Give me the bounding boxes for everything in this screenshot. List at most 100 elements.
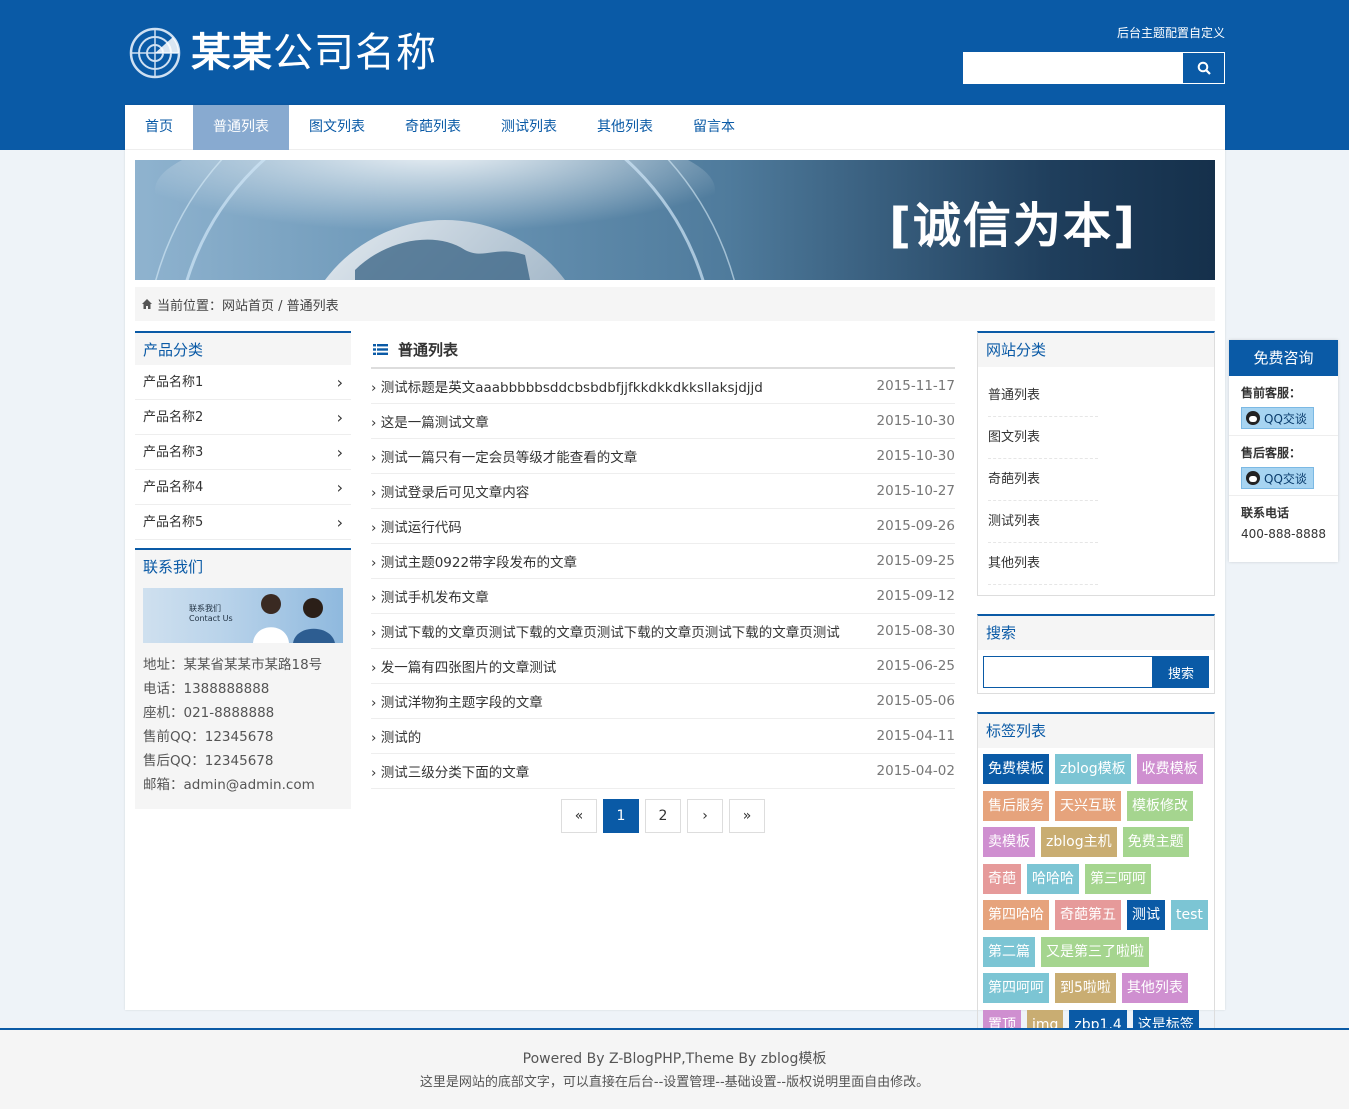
- product-item[interactable]: 产品名称2 ›: [135, 400, 351, 435]
- site-category-item[interactable]: 普通列表: [988, 375, 1098, 417]
- nav-item[interactable]: 奇葩列表: [385, 105, 481, 150]
- logo[interactable]: 某某公司名称: [129, 27, 437, 79]
- tag-item[interactable]: 哈哈哈: [1027, 863, 1079, 894]
- article-row: › 测试下载的文章页测试下载的文章页测试下载的文章页测试下载的文章页测试 2015…: [371, 614, 955, 649]
- site-category-title: 网站分类: [978, 333, 1214, 367]
- article-title-link[interactable]: › 测试洋物狗主题字段的文章: [371, 691, 543, 711]
- page-button[interactable]: «: [561, 799, 597, 833]
- article-date: 2015-04-11: [876, 728, 955, 744]
- article-row: › 测试主题0922带字段发布的文章 2015-09-25: [371, 544, 955, 579]
- header-search-input[interactable]: [964, 53, 1182, 83]
- article-title-link[interactable]: › 测试手机发布文章: [371, 586, 489, 606]
- tag-box: 标签列表 免费模板 zblog模板 收费模板 售后服务 天兴互联 模板修改 卖模板 zblog…: [977, 712, 1215, 1053]
- nav-item[interactable]: 首页: [125, 105, 193, 150]
- nav-item[interactable]: 留言本: [673, 105, 755, 150]
- site-category-list: 普通列表 图文列表 奇葩列表 测试列表 其他列表: [978, 367, 1214, 595]
- chevron-right-icon: ›: [336, 478, 343, 497]
- tag-item[interactable]: 第四呵呵: [983, 973, 1049, 1003]
- product-item[interactable]: 产品名称3 ›: [135, 435, 351, 470]
- search-title: 搜索: [978, 616, 1214, 650]
- qq-button-label: QQ交谈: [1264, 411, 1307, 426]
- article-title-link[interactable]: › 测试的: [371, 726, 421, 746]
- presale-section: 售前客服： QQ交谈: [1229, 376, 1338, 436]
- sidebar-search-button[interactable]: 搜索: [1153, 656, 1209, 688]
- chevron-right-icon: ›: [371, 730, 381, 746]
- tag-item[interactable]: 免费模板: [983, 754, 1049, 784]
- nav-item[interactable]: 测试列表: [481, 105, 577, 150]
- product-list: 产品名称1 › 产品名称2 › 产品名称3 › 产品名称4 › 产品名称5 ›: [135, 365, 351, 540]
- nav-item[interactable]: 图文列表: [289, 105, 385, 150]
- article-title: 测试下载的文章页测试下载的文章页测试下载的文章页测试下载的文章页测试: [380, 625, 840, 641]
- chevron-right-icon: ›: [336, 373, 343, 392]
- tag-item[interactable]: 模板修改: [1127, 790, 1193, 821]
- tag-item[interactable]: 奇葩第五: [1055, 900, 1121, 930]
- search-box: 搜索 搜索: [977, 614, 1215, 694]
- page-button[interactable]: 2: [645, 799, 681, 833]
- page-button[interactable]: ›: [687, 799, 723, 833]
- site-category-item[interactable]: 测试列表: [988, 501, 1098, 543]
- article-title-link[interactable]: › 这是一篇测试文章: [371, 411, 489, 431]
- product-item[interactable]: 产品名称4 ›: [135, 470, 351, 505]
- tag-item[interactable]: 其他列表: [1121, 973, 1188, 1003]
- tag-item[interactable]: 又是第三了啦啦: [1041, 936, 1149, 967]
- article-title: 这是一篇测试文章: [380, 415, 489, 431]
- article-date: 2015-04-02: [876, 763, 955, 779]
- product-item[interactable]: 产品名称5 ›: [135, 505, 351, 540]
- article-date: 2015-09-25: [876, 553, 955, 569]
- nav-item[interactable]: 其他列表: [577, 105, 673, 150]
- tag-item[interactable]: test: [1171, 900, 1208, 930]
- theme-config-link[interactable]: 后台主题配置自定义: [1117, 24, 1225, 41]
- chevron-right-icon: ›: [336, 443, 343, 462]
- contact-line: 地址：某某省某某市某路18号: [143, 657, 323, 673]
- breadcrumb-text: 当前位置：网站首页 / 普通列表: [157, 298, 339, 314]
- product-item[interactable]: 产品名称1 ›: [135, 365, 351, 400]
- article-list-section: 普通列表 › 测试标题是英文aaabbbbbsddcbsbdbfjjfkkdkk…: [371, 331, 955, 833]
- article-title-link[interactable]: › 发一篇有四张图片的文章测试: [371, 656, 556, 676]
- article-row: › 测试三级分类下面的文章 2015-04-02: [371, 754, 955, 789]
- chevron-right-icon: ›: [371, 520, 381, 536]
- tag-item[interactable]: 测试: [1127, 900, 1165, 930]
- tag-item[interactable]: zblog主机: [1041, 827, 1117, 857]
- article-title-link[interactable]: › 测试主题0922带字段发布的文章: [371, 551, 577, 571]
- contact-line: 座机：021-8888888: [143, 705, 275, 721]
- article-title: 测试的: [380, 730, 422, 746]
- tag-item[interactable]: 免费主题: [1122, 827, 1189, 857]
- page-button[interactable]: »: [729, 799, 765, 833]
- site-category-item[interactable]: 其他列表: [988, 543, 1098, 585]
- site-category-item[interactable]: 奇葩列表: [988, 459, 1098, 501]
- sidebar-search-input[interactable]: [983, 656, 1153, 688]
- site-category-item[interactable]: 图文列表: [988, 417, 1098, 459]
- tag-list: 免费模板 zblog模板 收费模板售后服务 天兴互联 模板修改卖模板 zblog主机 免费主…: [978, 748, 1214, 1052]
- article-title-link[interactable]: › 测试下载的文章页测试下载的文章页测试下载的文章页测试下载的文章页测试: [371, 621, 840, 641]
- tag-item[interactable]: 卖模板: [983, 827, 1035, 857]
- site-category-box: 网站分类 普通列表 图文列表 奇葩列表 测试列表 其他列表: [977, 331, 1215, 596]
- article-title-link[interactable]: › 测试运行代码: [371, 516, 462, 536]
- tag-item[interactable]: 第三呵呵: [1085, 863, 1151, 894]
- presale-qq-button[interactable]: QQ交谈: [1241, 407, 1314, 429]
- page-button[interactable]: 1: [603, 799, 639, 833]
- tag-item[interactable]: 第二篇: [983, 936, 1035, 967]
- article-title: 测试洋物狗主题字段的文章: [380, 695, 543, 711]
- header-search-button[interactable]: [1182, 53, 1224, 83]
- tag-item[interactable]: 第四哈哈: [983, 900, 1049, 930]
- aftersale-qq-button[interactable]: QQ交谈: [1241, 467, 1314, 489]
- product-item-label: 产品名称3: [143, 445, 204, 460]
- nav-item[interactable]: 普通列表: [193, 105, 289, 150]
- contact-title: 联系我们: [135, 548, 351, 582]
- tag-item[interactable]: 收费模板: [1136, 754, 1203, 784]
- article-title: 测试标题是英文aaabbbbbsddcbsbdbfjjfkkdkkdkkslla…: [380, 380, 763, 396]
- article-title-link[interactable]: › 测试标题是英文aaabbbbbsddcbsbdbfjjfkkdkkdkksl…: [371, 376, 763, 396]
- article-row: › 测试运行代码 2015-09-26: [371, 509, 955, 544]
- tag-item[interactable]: 天兴互联: [1055, 790, 1121, 821]
- tag-item[interactable]: 售后服务: [983, 790, 1049, 821]
- contact-lines: 地址：某某省某某市某路18号 电话：1388888888 座机：021-888888…: [143, 653, 343, 797]
- tag-item[interactable]: 奇葩: [983, 863, 1021, 894]
- article-title-link[interactable]: › 测试登录后可见文章内容: [371, 481, 529, 501]
- article-row: › 测试登录后可见文章内容 2015-10-27: [371, 474, 955, 509]
- tag-item[interactable]: zblog模板: [1055, 754, 1131, 784]
- list-icon: [373, 343, 388, 355]
- article-title-link[interactable]: › 测试三级分类下面的文章: [371, 761, 529, 781]
- chevron-right-icon: ›: [336, 513, 343, 532]
- article-title-link[interactable]: › 测试一篇只有一定会员等级才能查看的文章: [371, 446, 637, 466]
- tag-item[interactable]: 到5啦啦: [1055, 973, 1116, 1003]
